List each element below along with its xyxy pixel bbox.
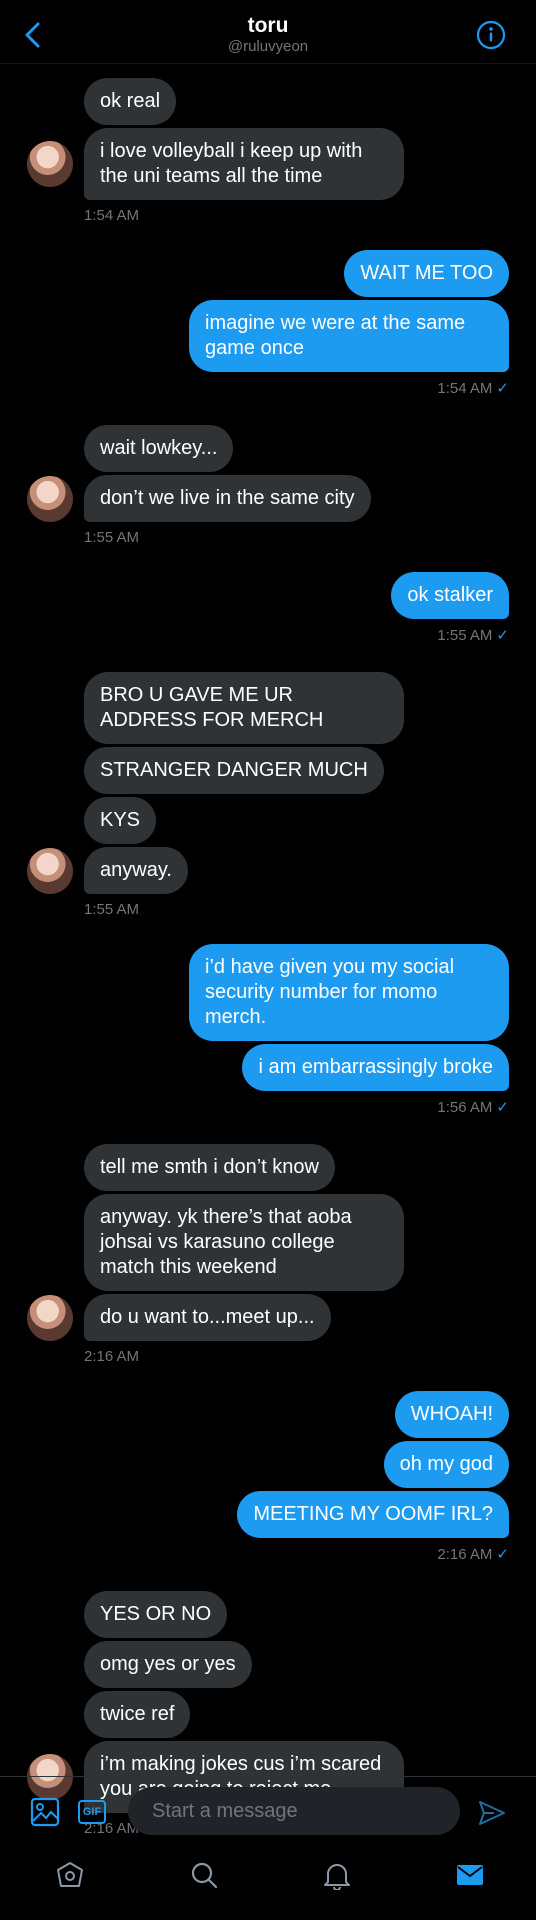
message-composer: GIF bbox=[0, 1776, 536, 1842]
message-timestamp: 1:55 AM bbox=[437, 627, 493, 644]
received-message-group: BRO U GAVE ME UR ADDRESS FOR MERCH STRANG… bbox=[0, 672, 536, 918]
message-timestamp: 2:16 AM bbox=[84, 1348, 140, 1365]
send-icon[interactable] bbox=[478, 1799, 506, 1827]
received-message-bubble[interactable]: BRO U GAVE ME UR ADDRESS FOR MERCH bbox=[84, 672, 404, 744]
read-checkmark-icon: ✓ bbox=[496, 380, 509, 397]
received-message-bubble[interactable]: omg yes or yes bbox=[84, 1641, 252, 1688]
sent-message-group: ok stalker 1:55 AM ✓ bbox=[0, 572, 536, 644]
received-message-bubble[interactable]: STRANGER DANGER MUCH bbox=[84, 747, 384, 794]
received-message-bubble[interactable]: don’t we live in the same city bbox=[84, 475, 371, 522]
notifications-icon[interactable] bbox=[322, 1860, 352, 1890]
received-message-group: ok real i love volleyball i keep up with … bbox=[0, 78, 536, 224]
message-timestamp-row: 1:54 AM bbox=[0, 207, 536, 224]
message-timestamp: 1:54 AM bbox=[84, 207, 140, 224]
sent-message-bubble[interactable]: i am embarrassingly broke bbox=[242, 1044, 509, 1091]
message-timestamp: 1:55 AM bbox=[84, 529, 140, 546]
message-timestamp: 1:54 AM bbox=[437, 380, 493, 397]
avatar[interactable] bbox=[27, 475, 73, 522]
conversation-header: toru @ruluvyeon bbox=[0, 0, 536, 64]
message-stack: tell me smth i don’t know anyway. yk ther… bbox=[0, 1144, 536, 1341]
sent-message-bubble[interactable]: oh my god bbox=[383, 1441, 509, 1488]
message-timestamp-row: 1:55 AM bbox=[0, 529, 536, 546]
bottom-tab-bar bbox=[0, 1842, 536, 1920]
sent-message-bubble[interactable]: WHOAH! bbox=[394, 1391, 509, 1438]
search-icon[interactable] bbox=[189, 1860, 219, 1890]
sent-message-bubble[interactable]: i’d have given you my social security nu… bbox=[189, 944, 509, 1041]
sent-message-bubble[interactable]: MEETING MY OOMF IRL? bbox=[237, 1491, 509, 1538]
message-stack: BRO U GAVE ME UR ADDRESS FOR MERCH STRANG… bbox=[0, 672, 536, 894]
message-stack: WHOAH! oh my god MEETING MY OOMF IRL? bbox=[0, 1391, 536, 1538]
sent-message-group: i’d have given you my social security nu… bbox=[0, 944, 536, 1116]
received-message-bubble[interactable]: wait lowkey... bbox=[84, 425, 234, 472]
received-message-bubble[interactable]: i love volleyball i keep up with the uni… bbox=[84, 128, 404, 200]
home-icon[interactable] bbox=[55, 1860, 85, 1890]
contact-handle: @ruluvyeon bbox=[227, 38, 309, 55]
message-stack: ok real i love volleyball i keep up with … bbox=[0, 78, 536, 200]
sent-message-bubble[interactable]: ok stalker bbox=[391, 572, 509, 619]
message-timestamp-row: 1:55 AM bbox=[0, 901, 536, 918]
conversation-title[interactable]: toru @ruluvyeon bbox=[0, 14, 536, 56]
messages-icon[interactable] bbox=[455, 1860, 485, 1890]
message-stack: i’d have given you my social security nu… bbox=[0, 944, 536, 1091]
image-icon[interactable] bbox=[30, 1797, 60, 1827]
read-checkmark-icon: ✓ bbox=[496, 1546, 509, 1563]
message-timestamp-row: 1:56 AM ✓ bbox=[0, 1098, 536, 1116]
received-message-bubble[interactable]: do u want to...meet up... bbox=[84, 1294, 331, 1341]
sent-message-group: WHOAH! oh my god MEETING MY OOMF IRL? 2:16 … bbox=[0, 1391, 536, 1563]
message-timestamp-row: 2:16 AM bbox=[0, 1348, 536, 1365]
received-message-bubble[interactable]: ok real bbox=[84, 78, 177, 125]
message-timestamp-row: 1:55 AM ✓ bbox=[0, 626, 536, 644]
message-input[interactable] bbox=[128, 1787, 460, 1835]
sent-message-bubble[interactable]: imagine we were at the same game once bbox=[189, 300, 509, 372]
received-message-bubble[interactable]: anyway. bbox=[84, 847, 188, 894]
message-thread: ok real i love volleyball i keep up with … bbox=[0, 78, 536, 1863]
message-timestamp: 2:16 AM bbox=[437, 1546, 493, 1563]
received-message-bubble[interactable]: twice ref bbox=[84, 1691, 191, 1738]
message-timestamp: 1:55 AM bbox=[84, 901, 140, 918]
received-message-bubble[interactable]: tell me smth i don’t know bbox=[84, 1144, 335, 1191]
received-message-group: tell me smth i don’t know anyway. yk ther… bbox=[0, 1144, 536, 1365]
contact-name: toru bbox=[247, 14, 289, 37]
read-checkmark-icon: ✓ bbox=[496, 1099, 509, 1116]
message-stack: WAIT ME TOO imagine we were at the same g… bbox=[0, 250, 536, 372]
message-timestamp: 1:56 AM bbox=[437, 1099, 493, 1116]
message-timestamp-row: 1:54 AM ✓ bbox=[0, 379, 536, 397]
received-message-group: wait lowkey... don’t we live in the same … bbox=[0, 425, 536, 546]
avatar[interactable] bbox=[27, 141, 73, 187]
message-timestamp-row: 2:16 AM ✓ bbox=[0, 1545, 536, 1563]
sent-message-bubble[interactable]: WAIT ME TOO bbox=[344, 250, 509, 297]
received-message-bubble[interactable]: KYS bbox=[84, 797, 157, 844]
gif-icon[interactable]: GIF bbox=[78, 1800, 106, 1824]
received-message-bubble[interactable]: YES OR NO bbox=[84, 1591, 228, 1638]
info-icon[interactable] bbox=[476, 20, 506, 50]
message-stack: ok stalker bbox=[0, 572, 536, 619]
received-message-bubble[interactable]: anyway. yk there’s that aoba johsai vs k… bbox=[84, 1194, 404, 1291]
sent-message-group: WAIT ME TOO imagine we were at the same g… bbox=[0, 250, 536, 397]
avatar[interactable] bbox=[27, 847, 73, 894]
avatar[interactable] bbox=[27, 1294, 73, 1341]
message-stack: wait lowkey... don’t we live in the same … bbox=[0, 425, 536, 522]
read-checkmark-icon: ✓ bbox=[496, 627, 509, 644]
